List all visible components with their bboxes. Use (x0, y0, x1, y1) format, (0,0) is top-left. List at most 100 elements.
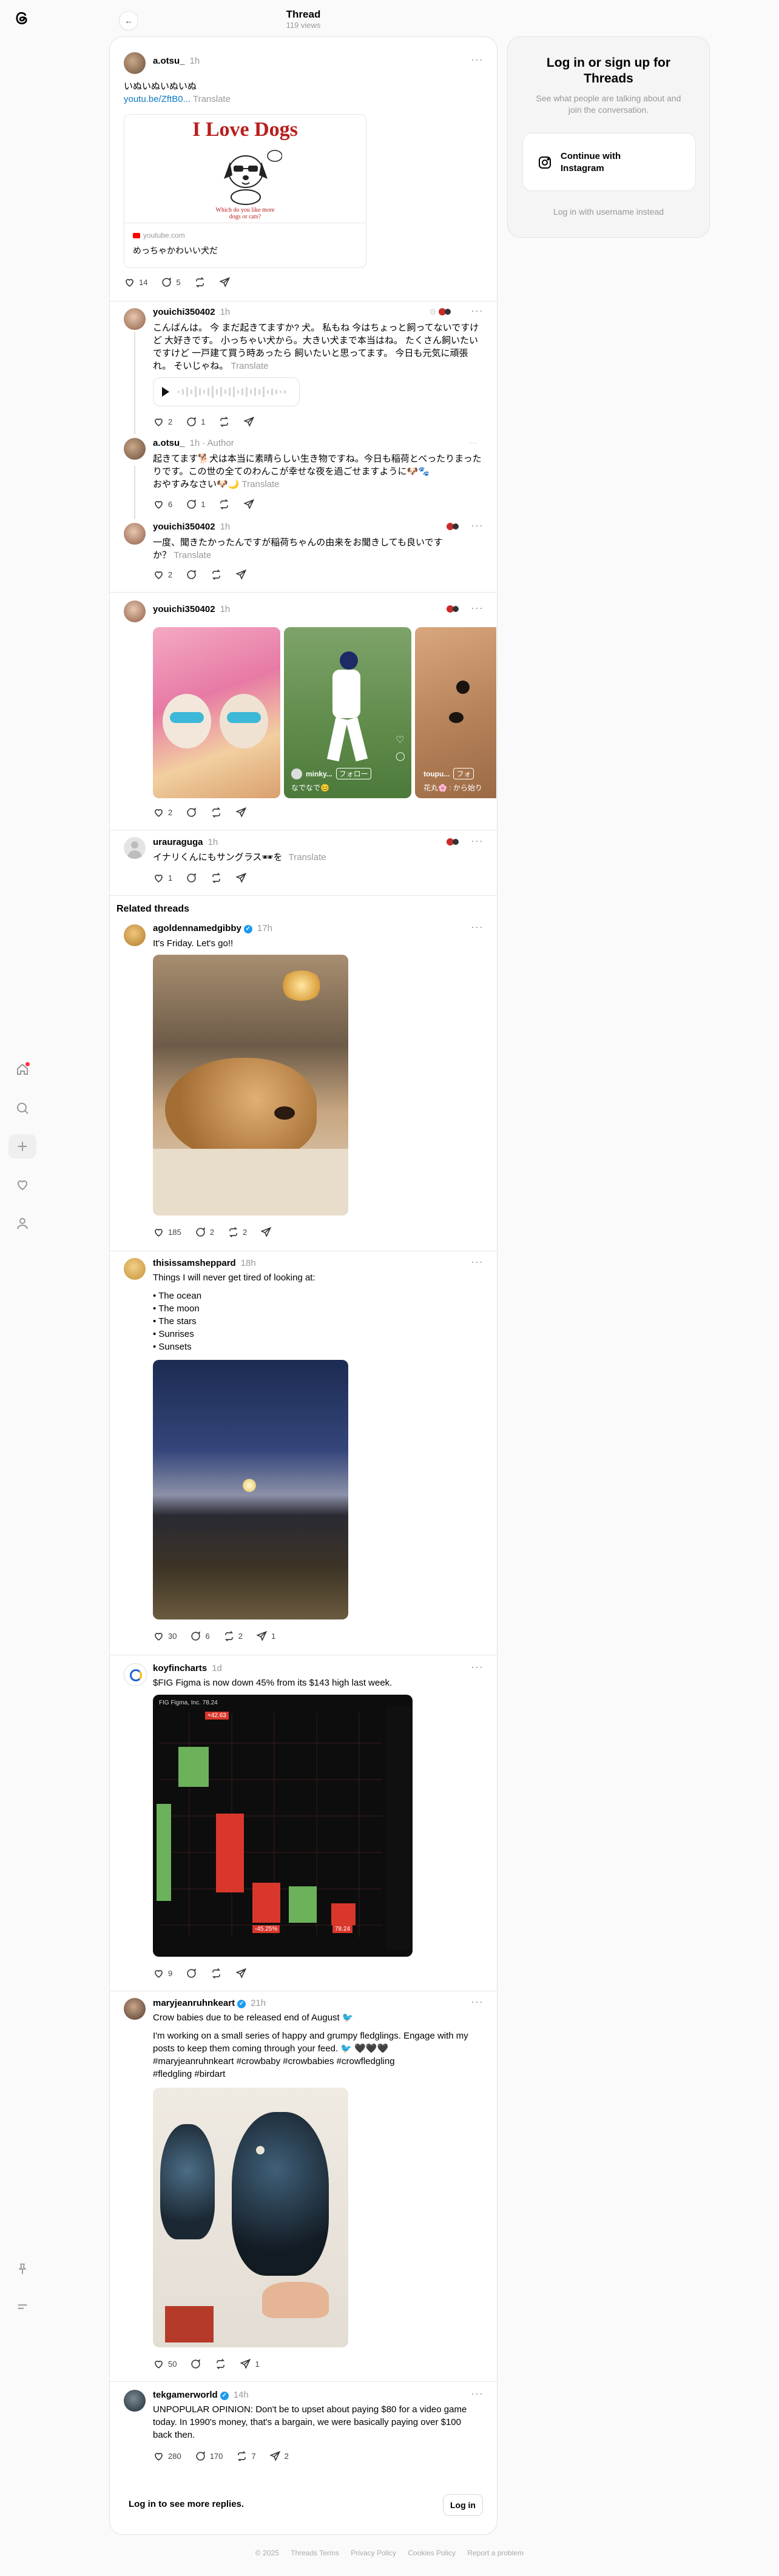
reply-button[interactable] (186, 1968, 197, 1979)
media-image[interactable] (153, 627, 280, 798)
like-button[interactable]: 14 (124, 277, 147, 288)
reply-button[interactable]: 1 (186, 416, 205, 428)
footer-cookies-link[interactable]: Cookies Policy (408, 2549, 456, 2557)
share-button[interactable] (260, 1226, 272, 1238)
repost-button[interactable] (215, 2358, 226, 2370)
media-image[interactable] (153, 2088, 348, 2347)
more-options-icon[interactable]: ··· (471, 1256, 484, 1268)
media-image[interactable] (153, 1360, 348, 1619)
more-options-icon[interactable]: ··· (470, 438, 477, 447)
share-button[interactable]: 1 (256, 1630, 275, 1642)
repost-button[interactable] (194, 277, 206, 288)
translate-link[interactable]: Translate (242, 479, 280, 489)
reply-button[interactable]: 5 (161, 277, 181, 288)
reply-button[interactable] (190, 2358, 201, 2370)
more-options-icon[interactable]: ··· (471, 921, 484, 933)
menu-icon[interactable] (13, 2298, 32, 2316)
repost-button[interactable] (211, 569, 222, 580)
post-author[interactable]: koyfincharts 1d (153, 1663, 222, 1673)
like-button[interactable]: 6 (153, 499, 172, 510)
more-options-icon[interactable]: ··· (471, 304, 484, 317)
like-button[interactable]: 2 (153, 569, 172, 580)
repost-button[interactable] (211, 807, 222, 818)
post-author[interactable]: a.otsu_ 1h (153, 56, 200, 66)
reply-button[interactable] (186, 569, 197, 580)
follow-button[interactable]: フォロー (336, 768, 371, 779)
repost-button[interactable]: 7 (236, 2450, 256, 2462)
share-button[interactable] (243, 416, 255, 428)
post-link[interactable]: youtu.be/ZftB0... (124, 94, 191, 104)
footer-privacy-link[interactable]: Privacy Policy (351, 2549, 396, 2557)
share-button[interactable] (235, 872, 247, 884)
repost-button[interactable] (218, 499, 230, 510)
reply-button[interactable]: 6 (190, 1630, 210, 1642)
avatar[interactable] (124, 52, 146, 74)
reply-button[interactable]: 2 (195, 1226, 214, 1238)
repost-button[interactable] (218, 416, 230, 428)
translate-link[interactable]: Translate (193, 94, 231, 104)
heart-icon[interactable] (13, 1175, 32, 1194)
avatar[interactable] (124, 523, 146, 545)
post-author[interactable]: tekgamerworld ✓ 14h (153, 2390, 249, 2400)
login-button[interactable]: Log in (443, 2494, 483, 2516)
repost-button[interactable] (211, 1968, 222, 1979)
home-icon[interactable] (13, 1060, 32, 1078)
share-button[interactable] (235, 1968, 247, 1979)
like-button[interactable]: 30 (153, 1630, 177, 1642)
share-button[interactable]: 1 (240, 2358, 260, 2370)
media-video[interactable]: toupu... フォ 花丸🌸 : から始り (415, 627, 496, 798)
avatar[interactable] (124, 1258, 146, 1280)
reply-button[interactable] (186, 872, 197, 884)
search-icon[interactable] (13, 1099, 32, 1117)
reply-author[interactable]: a.otsu_ 1h · Author (153, 438, 234, 448)
more-options-icon[interactable]: ··· (471, 519, 484, 532)
post-author[interactable]: maryjeanruhnkeart ✓ 21h (153, 1998, 266, 2008)
comment-icon[interactable]: ◯ (396, 751, 405, 761)
reply-button[interactable] (186, 807, 197, 818)
repost-button[interactable]: 2 (228, 1226, 247, 1238)
like-button[interactable]: 1 (153, 872, 172, 884)
translate-link[interactable]: Translate (174, 550, 211, 560)
more-options-icon[interactable]: ··· (471, 1661, 484, 1673)
like-button[interactable]: 50 (153, 2358, 177, 2370)
reply-button[interactable]: 170 (195, 2450, 223, 2462)
play-icon[interactable] (162, 387, 169, 397)
pin-icon[interactable] (13, 2260, 32, 2278)
repost-button[interactable]: 2 (223, 1630, 243, 1642)
like-button[interactable]: 280 (153, 2450, 181, 2462)
user-icon[interactable] (13, 1214, 32, 1233)
more-options-icon[interactable]: ··· (471, 53, 484, 66)
share-button[interactable] (235, 807, 247, 818)
plus-icon[interactable] (8, 1134, 36, 1159)
more-options-icon[interactable]: ··· (471, 2387, 484, 2400)
like-button[interactable]: 185 (153, 1226, 181, 1238)
avatar[interactable] (124, 924, 146, 946)
post-author[interactable]: agoldennamedgibby ✓ 17h (153, 923, 272, 933)
audio-player[interactable] (153, 377, 300, 406)
like-button[interactable]: 2 (153, 807, 172, 818)
post-author[interactable]: urauraguga 1h (153, 837, 218, 847)
share-button[interactable] (218, 277, 231, 288)
post-author[interactable]: youichi350402 1h (153, 604, 230, 614)
footer-report-link[interactable]: Report a problem (467, 2549, 524, 2557)
avatar[interactable] (124, 837, 146, 859)
media-image[interactable] (153, 955, 348, 1216)
login-with-username-link[interactable]: Log in with username instead (508, 207, 709, 217)
like-button[interactable]: 9 (153, 1968, 172, 1979)
follow-button[interactable]: フォ (453, 768, 474, 779)
avatar[interactable] (124, 600, 146, 622)
translate-link[interactable]: Translate (231, 361, 269, 371)
post-author[interactable]: thisissamsheppard 18h (153, 1258, 256, 1268)
footer-terms-link[interactable]: Threads Terms (291, 2549, 339, 2557)
more-options-icon[interactable]: ··· (471, 602, 484, 614)
avatar[interactable] (124, 1998, 146, 2020)
share-button[interactable]: 2 (269, 2450, 289, 2462)
avatar[interactable] (124, 308, 146, 330)
avatar[interactable] (124, 2390, 146, 2412)
heart-icon[interactable]: ♡ (396, 734, 404, 746)
link-preview-card[interactable]: I Love Dogs Which do you like more dogs … (124, 114, 366, 268)
reply-author[interactable]: youichi350402 1h (153, 307, 230, 317)
reply-author[interactable]: youichi350402 1h (153, 522, 230, 532)
more-options-icon[interactable]: ··· (471, 1996, 484, 2008)
media-video[interactable]: ♡ ◯ minky... フォロー なでなで😊 (284, 627, 411, 798)
